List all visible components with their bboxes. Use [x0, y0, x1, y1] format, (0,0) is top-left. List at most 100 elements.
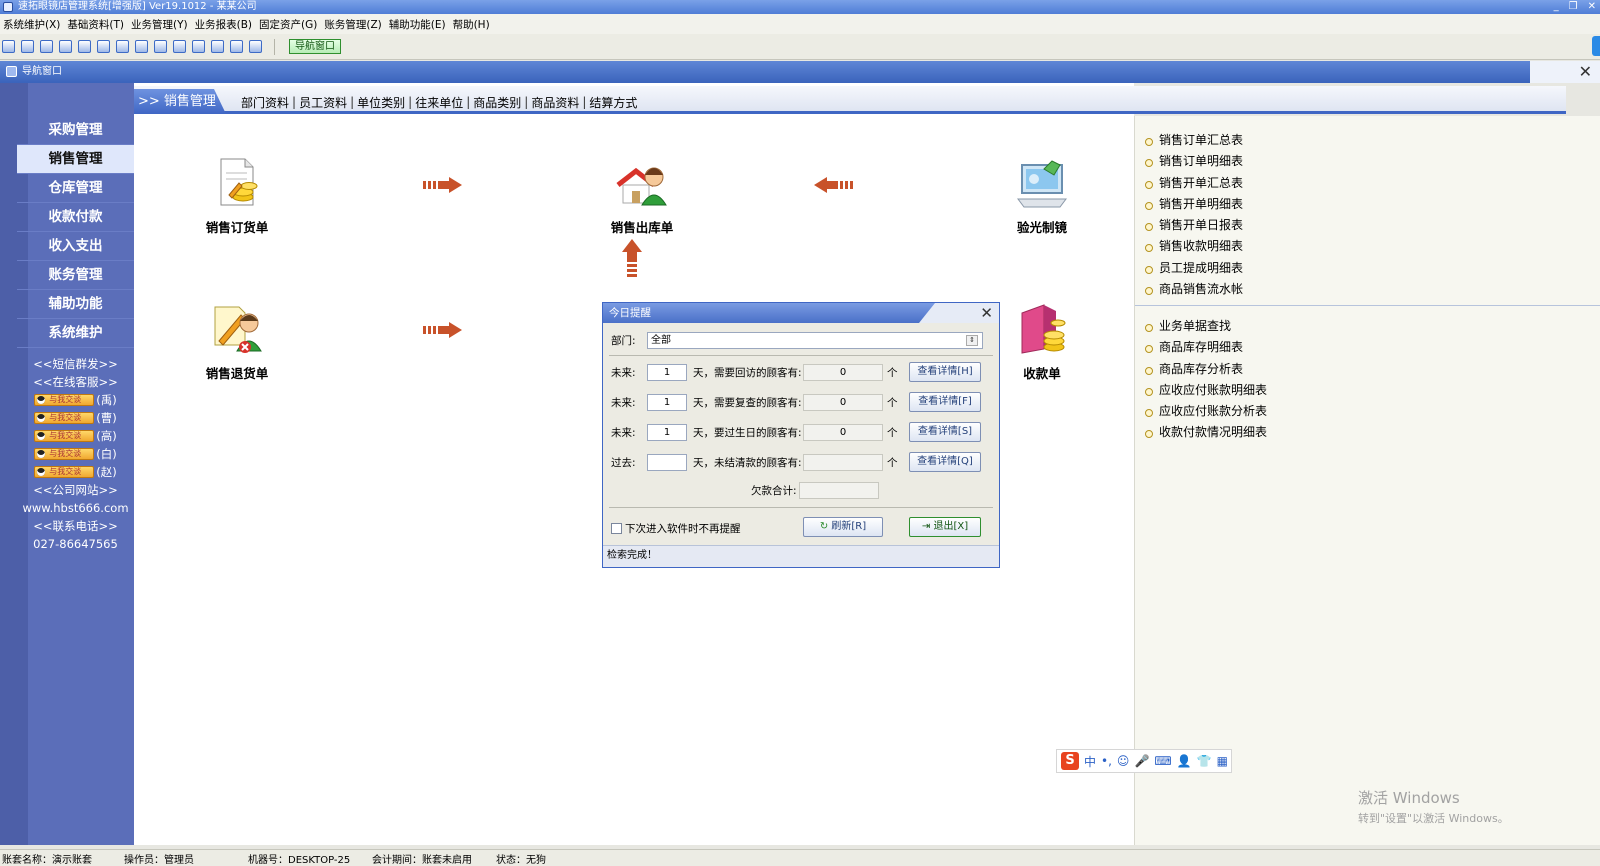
qq-badge-icon[interactable]: 与我交谈	[34, 412, 95, 424]
grid-icon[interactable]: ▦	[1217, 754, 1228, 768]
list-item[interactable]: 业务单据查找	[1135, 316, 1600, 337]
microphone-icon[interactable]: 🎤	[1134, 754, 1149, 768]
nav-window-button[interactable]: 导航窗口	[289, 39, 341, 54]
sidebar-item-warehouse[interactable]: 仓库管理	[17, 174, 134, 203]
days-input[interactable]: 1	[647, 423, 687, 441]
qq-badge-icon[interactable]: 与我交谈	[34, 430, 95, 442]
sidebar-item-sales[interactable]: 销售管理	[17, 145, 134, 174]
list-item[interactable]: 销售开单明细表	[1135, 194, 1600, 215]
window-icon[interactable]	[40, 40, 53, 53]
flow-sales-order[interactable]: 销售订货单	[182, 155, 292, 236]
list-item[interactable]: 应收应付账款明细表	[1135, 380, 1600, 401]
menu-reports[interactable]: 业务报表(B)	[194, 17, 258, 32]
tab-link-unit-types[interactable]: 单位类别	[354, 94, 408, 111]
side-tab-icon[interactable]	[1592, 36, 1600, 56]
tab-sales-management[interactable]: >> 销售管理	[134, 89, 226, 114]
list-item[interactable]: 收款付款情况明细表	[1135, 422, 1600, 443]
nav-window-close-icon[interactable]: ✕	[1579, 61, 1592, 83]
tab-link-settlement[interactable]: 结算方式	[586, 94, 640, 111]
sidebar-item-accounts[interactable]: 账务管理	[17, 261, 134, 290]
tab-link-products[interactable]: 商品资料	[528, 94, 582, 111]
list-item[interactable]: 销售订单汇总表	[1135, 130, 1600, 151]
tab-link-product-types[interactable]: 商品类别	[470, 94, 524, 111]
qq-badge-icon[interactable]: 与我交谈	[34, 466, 95, 478]
sidebar-item-assist[interactable]: 辅助功能	[17, 290, 134, 319]
chart-icon[interactable]	[97, 40, 110, 53]
sidebar-item-purchase[interactable]: 采购管理	[17, 116, 134, 145]
view-details-button[interactable]: 查看详情[F]	[909, 392, 981, 412]
sidebar-item-system[interactable]: 系统维护	[17, 319, 134, 348]
list-item[interactable]: 员工提成明细表	[1135, 258, 1600, 279]
refresh-icon[interactable]	[116, 40, 129, 53]
qq-badge-icon[interactable]: 与我交谈	[34, 448, 95, 460]
menu-accounts[interactable]: 账务管理(Z)	[323, 17, 387, 32]
help-icon[interactable]	[230, 40, 243, 53]
online-service-link[interactable]: <<在线客服>>	[17, 373, 134, 391]
save-icon[interactable]	[192, 40, 205, 53]
menu-basic-data[interactable]: 基础资料(T)	[66, 17, 130, 32]
keyboard-icon[interactable]: ⌨	[1154, 754, 1171, 768]
qq-contact[interactable]: 与我交谈 (白)	[17, 445, 134, 463]
sidebar-item-payments[interactable]: 收款付款	[17, 203, 134, 232]
minimize-button[interactable]: _	[1554, 0, 1559, 14]
tab-link-departments[interactable]: 部门资料	[238, 94, 292, 111]
sogou-logo-icon[interactable]: S	[1061, 752, 1079, 770]
ime-mode[interactable]: 中	[1084, 753, 1096, 770]
exit-button[interactable]: ⇥ 退出[X]	[909, 517, 981, 537]
users-icon[interactable]	[135, 40, 148, 53]
maximize-button[interactable]: ❐	[1569, 0, 1578, 14]
view-details-button[interactable]: 查看详情[H]	[909, 362, 981, 382]
monitor-icon[interactable]	[78, 40, 91, 53]
list-icon[interactable]	[21, 40, 34, 53]
tab-link-employees[interactable]: 员工资料	[296, 94, 350, 111]
tools-icon[interactable]	[59, 40, 72, 53]
no-remind-label[interactable]: 下次进入软件时不再提醒	[625, 521, 741, 536]
new-icon[interactable]	[2, 40, 15, 53]
flow-receipt[interactable]: 收款单	[987, 301, 1097, 382]
refresh-button[interactable]: ↻ 刷新[R]	[803, 517, 883, 537]
company-site-label[interactable]: <<公司网站>>	[17, 481, 134, 499]
list-item[interactable]: 销售开单汇总表	[1135, 173, 1600, 194]
sms-link[interactable]: <<短信群发>>	[17, 355, 134, 373]
exit-icon[interactable]	[249, 40, 262, 53]
list-item[interactable]: 商品销售流水帐	[1135, 279, 1600, 300]
view-details-button[interactable]: 查看详情[Q]	[909, 452, 981, 472]
qq-contact[interactable]: 与我交谈 (禹)	[17, 391, 134, 409]
flow-sales-outbound[interactable]: 销售出库单	[587, 155, 697, 236]
punctuation-icon[interactable]: •,	[1101, 754, 1112, 768]
qq-contact[interactable]: 与我交谈 (高)	[17, 427, 134, 445]
days-input[interactable]	[647, 453, 687, 471]
flow-optometry[interactable]: 验光制镜	[987, 155, 1097, 236]
list-item[interactable]: 销售收款明细表	[1135, 236, 1600, 257]
menu-fixed-assets[interactable]: 固定资产(G)	[258, 17, 323, 32]
dialog-close-icon[interactable]: ✕	[980, 303, 993, 323]
print-icon[interactable]	[154, 40, 167, 53]
qq-badge-icon[interactable]: 与我交谈	[34, 394, 95, 406]
menu-business[interactable]: 业务管理(Y)	[130, 17, 194, 32]
days-input[interactable]: 1	[647, 393, 687, 411]
company-site-url[interactable]: www.hbst666.com	[17, 499, 134, 517]
view-details-button[interactable]: 查看详情[S]	[909, 422, 981, 442]
chevron-down-icon[interactable]: ⇕	[966, 334, 978, 346]
list-item[interactable]: 销售订单明细表	[1135, 151, 1600, 172]
emoji-icon[interactable]: ☺	[1117, 754, 1130, 768]
list-item[interactable]: 商品库存明细表	[1135, 337, 1600, 358]
list-item[interactable]: 销售开单日报表	[1135, 215, 1600, 236]
list-item[interactable]: 商品库存分析表	[1135, 359, 1600, 380]
tab-link-partners[interactable]: 往来单位	[412, 94, 466, 111]
sidebar-item-income-expense[interactable]: 收入支出	[17, 232, 134, 261]
menu-help[interactable]: 帮助(H)	[452, 17, 496, 32]
qq-contact[interactable]: 与我交谈 (赵)	[17, 463, 134, 481]
no-remind-checkbox[interactable]	[611, 522, 622, 534]
mail-icon[interactable]	[173, 40, 186, 53]
menu-assist[interactable]: 辅助功能(E)	[388, 17, 452, 32]
user-icon[interactable]: 👤	[1177, 754, 1192, 768]
skin-icon[interactable]: 👕	[1197, 754, 1212, 768]
dept-select[interactable]: 全部 ⇕	[647, 331, 983, 349]
flow-sales-return[interactable]: 销售退货单	[182, 301, 292, 382]
close-button[interactable]: ✕	[1588, 0, 1596, 14]
menu-system[interactable]: 系统维护(X)	[2, 17, 66, 32]
qq-contact[interactable]: 与我交谈 (曹)	[17, 409, 134, 427]
printer-icon[interactable]	[211, 40, 224, 53]
list-item[interactable]: 应收应付账款分析表	[1135, 401, 1600, 422]
